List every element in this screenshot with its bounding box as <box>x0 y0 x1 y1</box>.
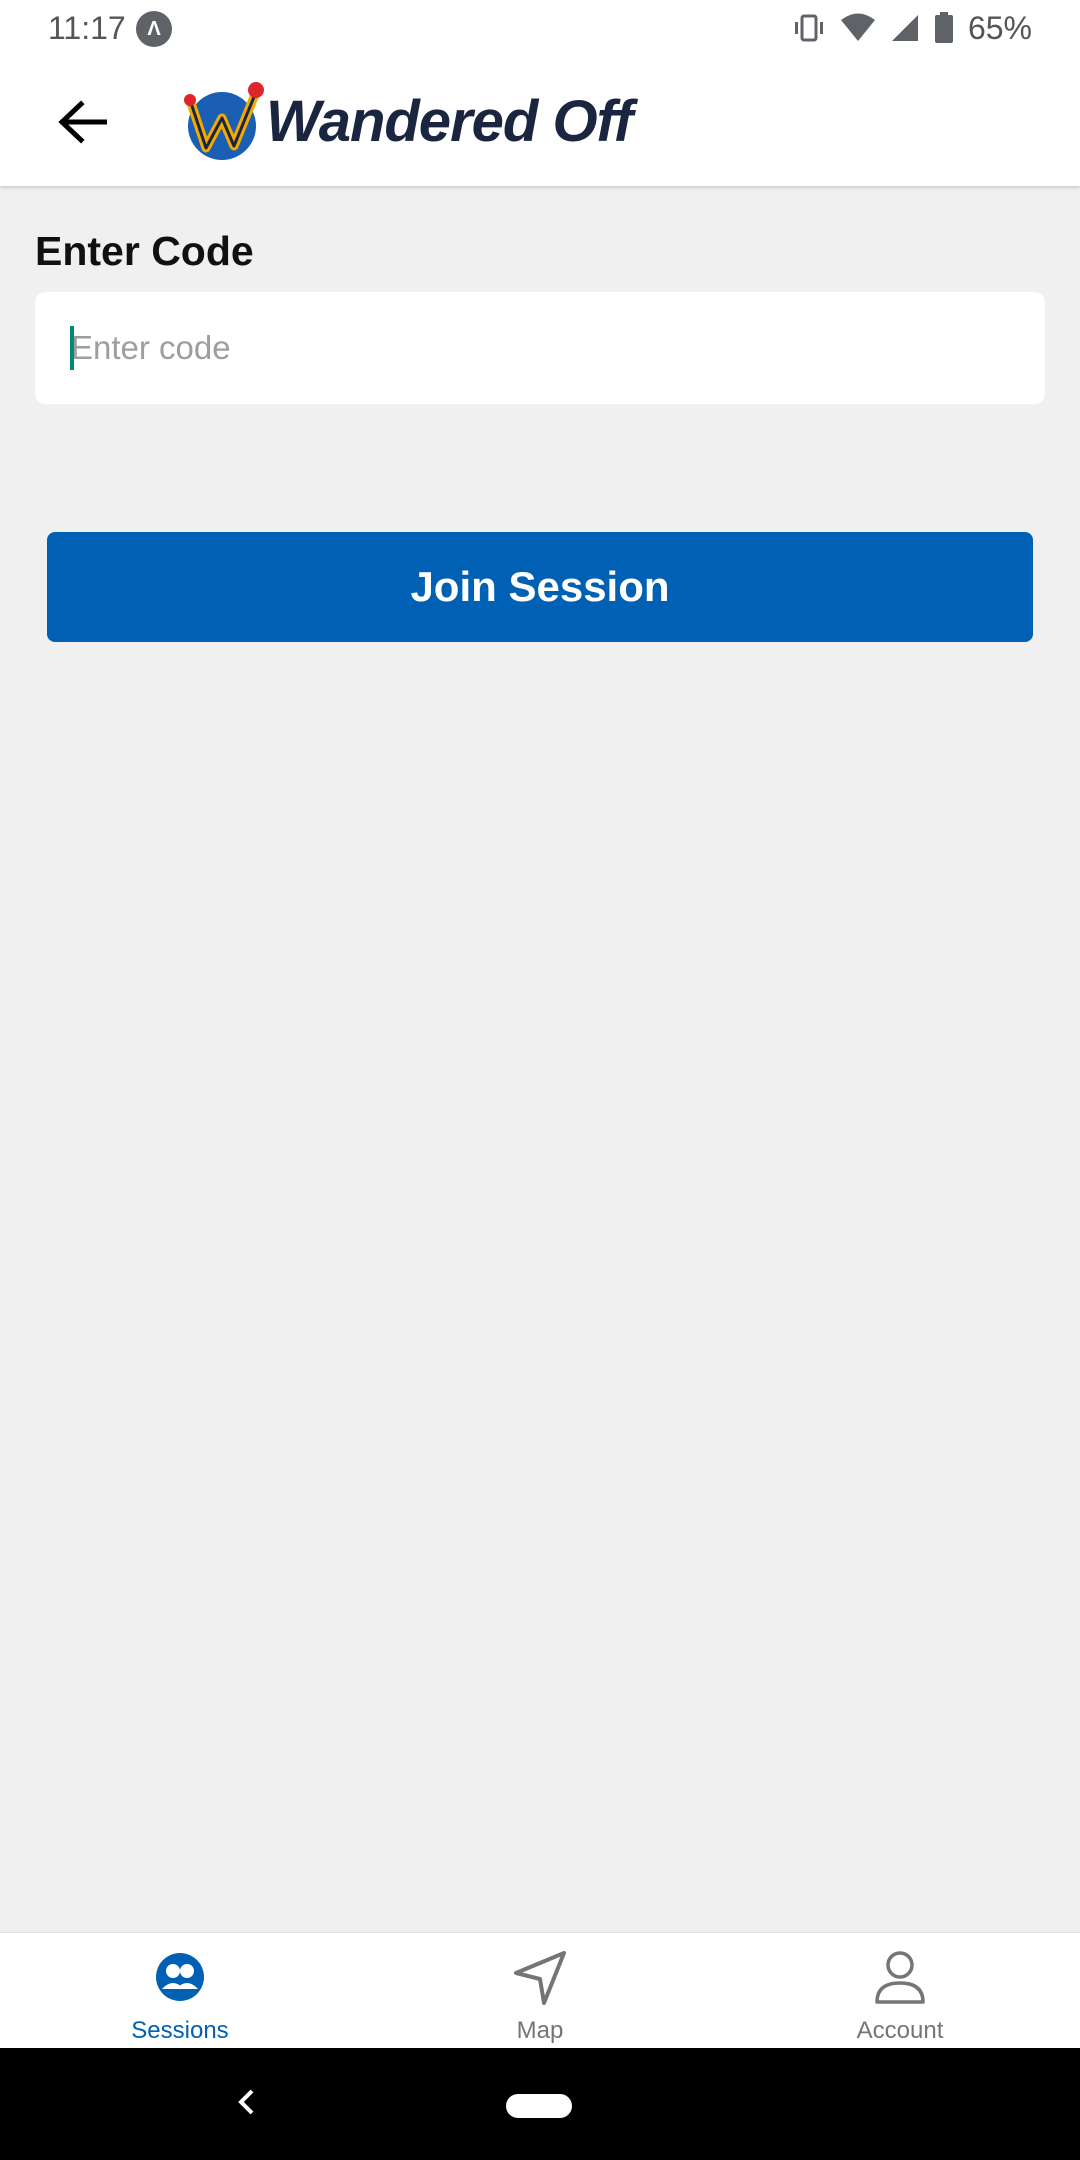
nav-item-map[interactable]: Map <box>360 1933 720 2049</box>
app-bar: Wandered Off <box>0 58 1080 186</box>
code-input[interactable] <box>71 292 1011 404</box>
join-session-button[interactable]: Join Session <box>47 532 1033 642</box>
screen: 11:17 Λ 65% Wandered Off Enter Code Ente… <box>0 0 1080 2160</box>
nav-label-map: Map <box>516 2017 564 2044</box>
notification-app-icon: Λ <box>136 11 172 47</box>
bottom-nav: Sessions Map Account <box>0 1932 1080 2049</box>
system-home-button[interactable] <box>506 2094 572 2118</box>
wifi-icon <box>840 13 876 43</box>
sessions-icon <box>152 1949 208 2005</box>
status-icons: 65% <box>792 8 1032 48</box>
app-logo: Wandered Off <box>182 66 633 176</box>
chevron-left-icon <box>236 2088 256 2121</box>
arrow-left-icon <box>57 99 108 149</box>
vibrate-icon <box>792 13 826 43</box>
nav-item-sessions[interactable]: Sessions <box>0 1933 360 2049</box>
nav-label-account: Account <box>856 2017 944 2044</box>
back-button[interactable] <box>40 82 124 166</box>
signal-icon <box>890 13 920 43</box>
battery-percent: 65% <box>967 9 1032 46</box>
nav-label-sessions: Sessions <box>131 2017 229 2044</box>
code-field[interactable] <box>35 292 1045 404</box>
person-icon <box>872 1949 928 2005</box>
battery-icon <box>934 12 954 44</box>
system-back-button[interactable] <box>220 2078 272 2130</box>
text-caret <box>70 326 74 370</box>
enter-code-label: Enter Code <box>35 228 254 274</box>
nav-item-account[interactable]: Account <box>720 1933 1080 2049</box>
status-bar: 11:17 Λ 65% <box>0 0 1080 58</box>
status-time: 11:17 <box>48 10 126 46</box>
navigation-arrow-icon <box>512 1949 568 2005</box>
logo-mark-icon <box>184 82 264 160</box>
system-nav-bar <box>0 2048 1080 2160</box>
logo-text: Wandered Off <box>266 88 633 154</box>
